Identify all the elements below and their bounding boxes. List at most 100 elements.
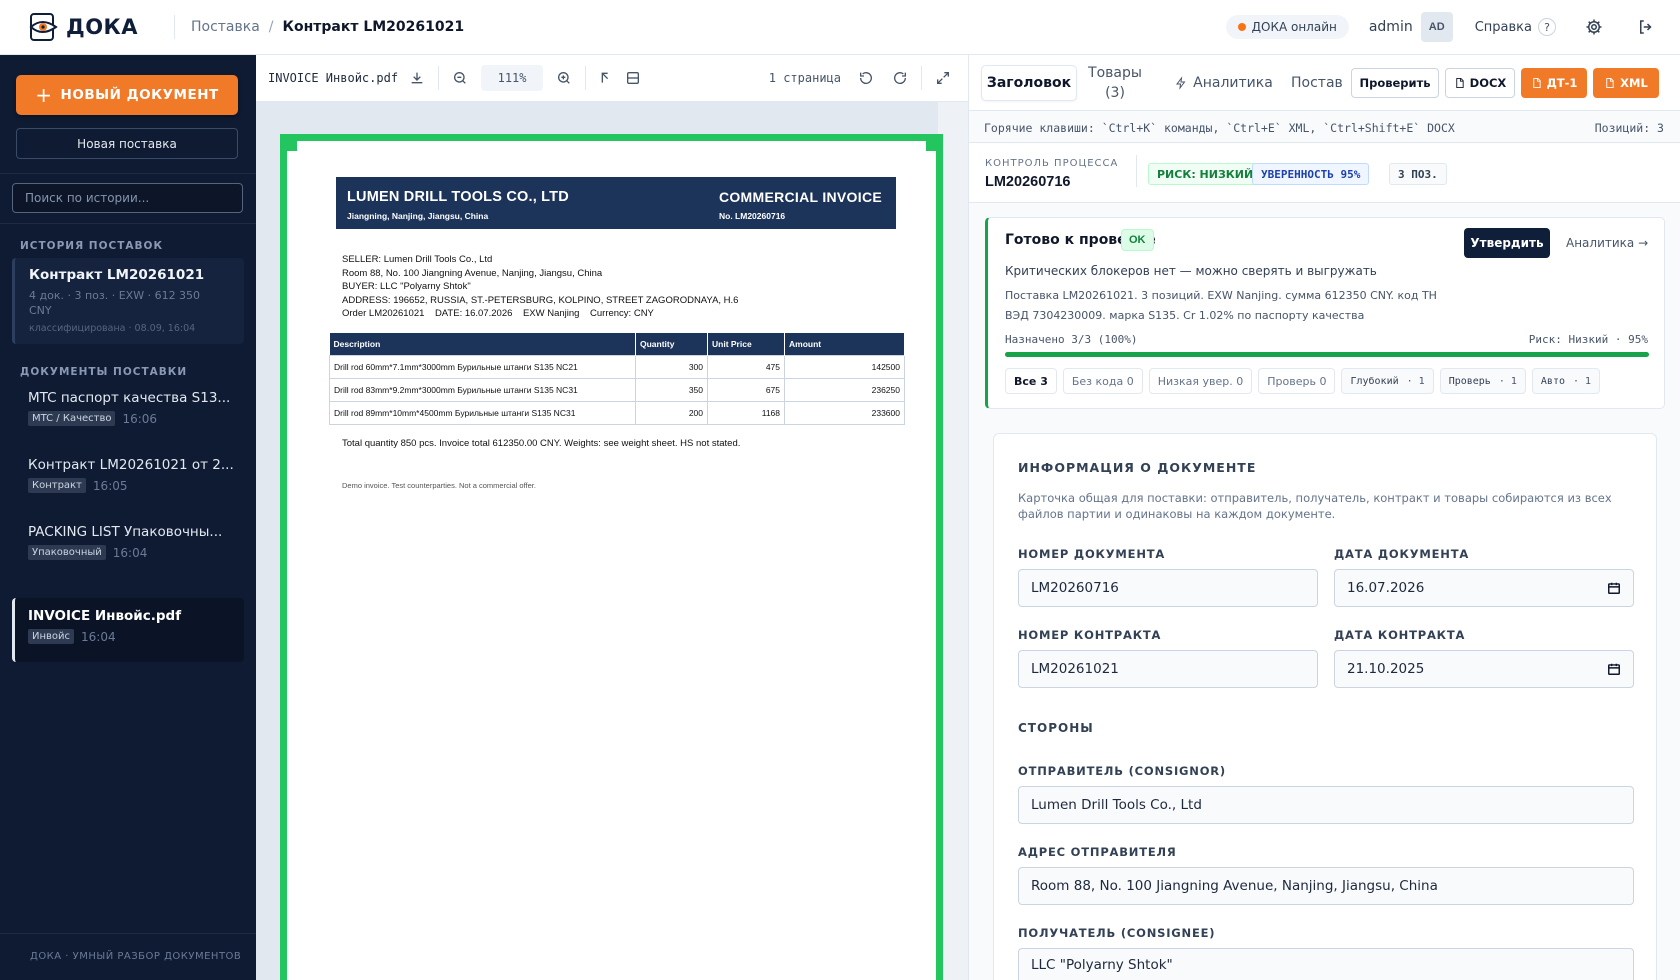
status-dot-icon xyxy=(1237,23,1246,31)
hotkeys-hint: Горячие клавиши: `Ctrl+K` команды, `Ctrl… xyxy=(984,121,1455,135)
logo[interactable]: ДОКА xyxy=(28,11,138,43)
help-button[interactable]: Справка ? xyxy=(1475,18,1556,36)
contract-number-input[interactable]: LM20261021 xyxy=(1018,650,1318,688)
analytics-link[interactable]: Аналитика → xyxy=(1566,236,1648,250)
history-item-meta: 4 док. · 3 поз. · EXW · 612 350 CNY xyxy=(29,289,201,317)
logout-button[interactable] xyxy=(1632,13,1660,41)
frame-corner xyxy=(287,141,297,151)
logout-icon xyxy=(1640,20,1652,34)
table-cell: Drill rod 83mm*9.2mm*3000mm Бурильные шт… xyxy=(329,377,636,402)
invoice-table: Description Quantity Unit Price Amount D… xyxy=(329,333,905,425)
docx-button[interactable]: DOCX xyxy=(1445,68,1515,98)
consignor-address-input[interactable]: Room 88, No. 100 Jiangning Avenue, Nanji… xyxy=(1018,867,1634,905)
breadcrumb-parent[interactable]: Поставка xyxy=(191,19,260,35)
xml-label: XML xyxy=(1620,76,1648,90)
zoom-in-button[interactable] xyxy=(551,65,577,91)
username[interactable]: admin xyxy=(1369,19,1413,35)
invoice-parties: SELLER: Lumen Drill Tools Co., Ltd Room … xyxy=(342,253,738,321)
table-cell: Drill rod 60mm*7.1mm*3000mm Бурильные шт… xyxy=(329,354,636,379)
gear-icon xyxy=(1586,19,1602,35)
calendar-icon[interactable] xyxy=(1607,581,1621,595)
zoom-level[interactable]: 111% xyxy=(481,65,544,91)
filter-chip-review[interactable]: Проверь 0 xyxy=(1258,368,1336,394)
rotate-left-button[interactable] xyxy=(853,65,879,91)
xml-button[interactable]: XML xyxy=(1593,68,1659,98)
download-button[interactable] xyxy=(404,65,430,91)
filter-chip-low-confidence[interactable]: Низкая увер. 0 xyxy=(1148,368,1253,394)
plus-icon: + xyxy=(35,83,53,107)
calendar-icon[interactable] xyxy=(1607,662,1621,676)
dt1-label: ДТ-1 xyxy=(1546,76,1578,90)
process-id: LM20260716 xyxy=(985,174,1071,190)
document-item[interactable]: Контракт LM20261021 от 2... Контракт 16:0… xyxy=(12,447,244,505)
settings-button[interactable] xyxy=(1580,13,1608,41)
document-item-active[interactable]: INVOICE Инвойс.pdf Инвойс 16:04 xyxy=(12,598,244,662)
filter-chip-no-code[interactable]: Без кода 0 xyxy=(1062,368,1143,394)
rotate-left-icon xyxy=(859,72,872,84)
card-note: Карточка общая для поставки: отправитель… xyxy=(1018,491,1612,521)
doc-number-input[interactable]: LM20260716 xyxy=(1018,569,1318,607)
check-button[interactable]: Проверить xyxy=(1351,68,1439,98)
online-label: ДОКА онлайн xyxy=(1251,20,1337,34)
rotate-right-button[interactable] xyxy=(887,65,913,91)
consignee-label: ПОЛУЧАТЕЛЬ (CONSIGNEE) xyxy=(1018,926,1216,940)
doc-date-input[interactable]: 16.07.2026 xyxy=(1334,569,1634,607)
invoice-order-line: Order LM20261021 DATE: 16.07.2026 EXW Na… xyxy=(342,308,654,319)
table-cell: 475 xyxy=(707,354,785,379)
filter-chip-check[interactable]: Проверь · 1 xyxy=(1439,368,1526,394)
help-label: Справка xyxy=(1474,19,1532,35)
tab-goods[interactable]: Товары (3) xyxy=(1081,61,1149,105)
invoice-number: No. LM20260716 xyxy=(719,211,786,221)
table-row: Drill rod 83mm*9.2mm*3000mm Бурильные шт… xyxy=(329,377,905,402)
divider xyxy=(585,66,587,90)
document-time: 16:06 xyxy=(122,411,158,426)
table-row: Drill rod 60mm*7.1mm*3000mm Бурильные шт… xyxy=(329,354,905,379)
filter-chip-deep[interactable]: Глубокий · 1 xyxy=(1341,368,1434,394)
document-name: INVOICE Инвойс.pdf xyxy=(28,608,182,624)
table-header: Quantity xyxy=(635,333,708,355)
fit-page-button[interactable] xyxy=(620,65,646,91)
history-item[interactable]: Контракт LM20261021 4 док. · 3 поз. · EX… xyxy=(12,258,244,344)
tab-analytics[interactable]: Аналитика xyxy=(1159,65,1289,101)
divider xyxy=(0,173,256,174)
document-item[interactable]: PACKING LIST Упаковочны... Упаковочный 16… xyxy=(12,514,244,572)
filter-chip-auto[interactable]: Авто · 1 xyxy=(1531,368,1601,394)
rotate-right-icon xyxy=(894,72,907,84)
fit-corner-icon xyxy=(601,72,609,83)
new-document-button[interactable]: + НОВЫЙ ДОКУМЕНТ xyxy=(16,75,238,115)
expand-icon xyxy=(937,72,949,84)
document-item[interactable]: MTC паспорт качества S13... MTC / Качест… xyxy=(12,380,244,438)
top-bar: ДОКА Поставка / Контракт LM20261021 ДОКА… xyxy=(0,0,1680,55)
positions-badge: 3 ПОЗ. xyxy=(1389,163,1447,185)
table-header: Description xyxy=(329,333,636,355)
tab-header[interactable]: Заголовок xyxy=(981,65,1077,101)
document-name: PACKING LIST Упаковочны... xyxy=(28,524,223,540)
document-icon xyxy=(1606,77,1614,89)
approve-button[interactable]: Утвердить xyxy=(1464,228,1550,258)
positions-count: Позиций: 3 xyxy=(1594,121,1664,135)
avatar[interactable]: AD xyxy=(1420,12,1453,42)
contract-date-input[interactable]: 21.10.2025 xyxy=(1334,650,1634,688)
zoom-out-button[interactable] xyxy=(447,65,473,91)
consignor-input[interactable]: Lumen Drill Tools Co., Ltd xyxy=(1018,786,1634,824)
consignee-input[interactable]: LLC "Polyarny Shtok" xyxy=(1018,948,1634,980)
fit-width-button[interactable] xyxy=(594,65,620,91)
lightning-icon xyxy=(1176,76,1186,90)
viewer-canvas[interactable]: LUMEN DRILL TOOLS CO., LTD Jiangning, Na… xyxy=(256,102,968,980)
table-cell: 1168 xyxy=(707,400,785,425)
document-info-card: ИНФОРМАЦИЯ О ДОКУМЕНТЕ Карточка общая дл… xyxy=(993,433,1657,980)
dt1-button[interactable]: ДТ-1 xyxy=(1521,68,1587,98)
tab-goods-count: (3) xyxy=(1105,85,1125,101)
new-shipment-button[interactable]: Новая поставка xyxy=(16,128,238,159)
online-status-badge: ДОКА онлайн xyxy=(1225,15,1349,39)
chip-label: Проверь xyxy=(1448,375,1491,387)
fullscreen-button[interactable] xyxy=(930,65,956,91)
progress-bar-fill xyxy=(1005,352,1649,357)
table-cell: 200 xyxy=(635,400,708,425)
history-item-status: классифицирована · 08.09, 16:04 xyxy=(29,323,196,334)
filter-chip-all[interactable]: Все 3 xyxy=(1005,368,1057,394)
viewer-toolbar: INVOICE Инвойс.pdf 111% 1 страница xyxy=(256,55,968,102)
documents-header: ДОКУМЕНТЫ ПОСТАВКИ xyxy=(20,366,188,378)
history-search-input[interactable]: Поиск по истории... xyxy=(12,183,243,213)
document-type-badge: Контракт xyxy=(28,478,86,493)
